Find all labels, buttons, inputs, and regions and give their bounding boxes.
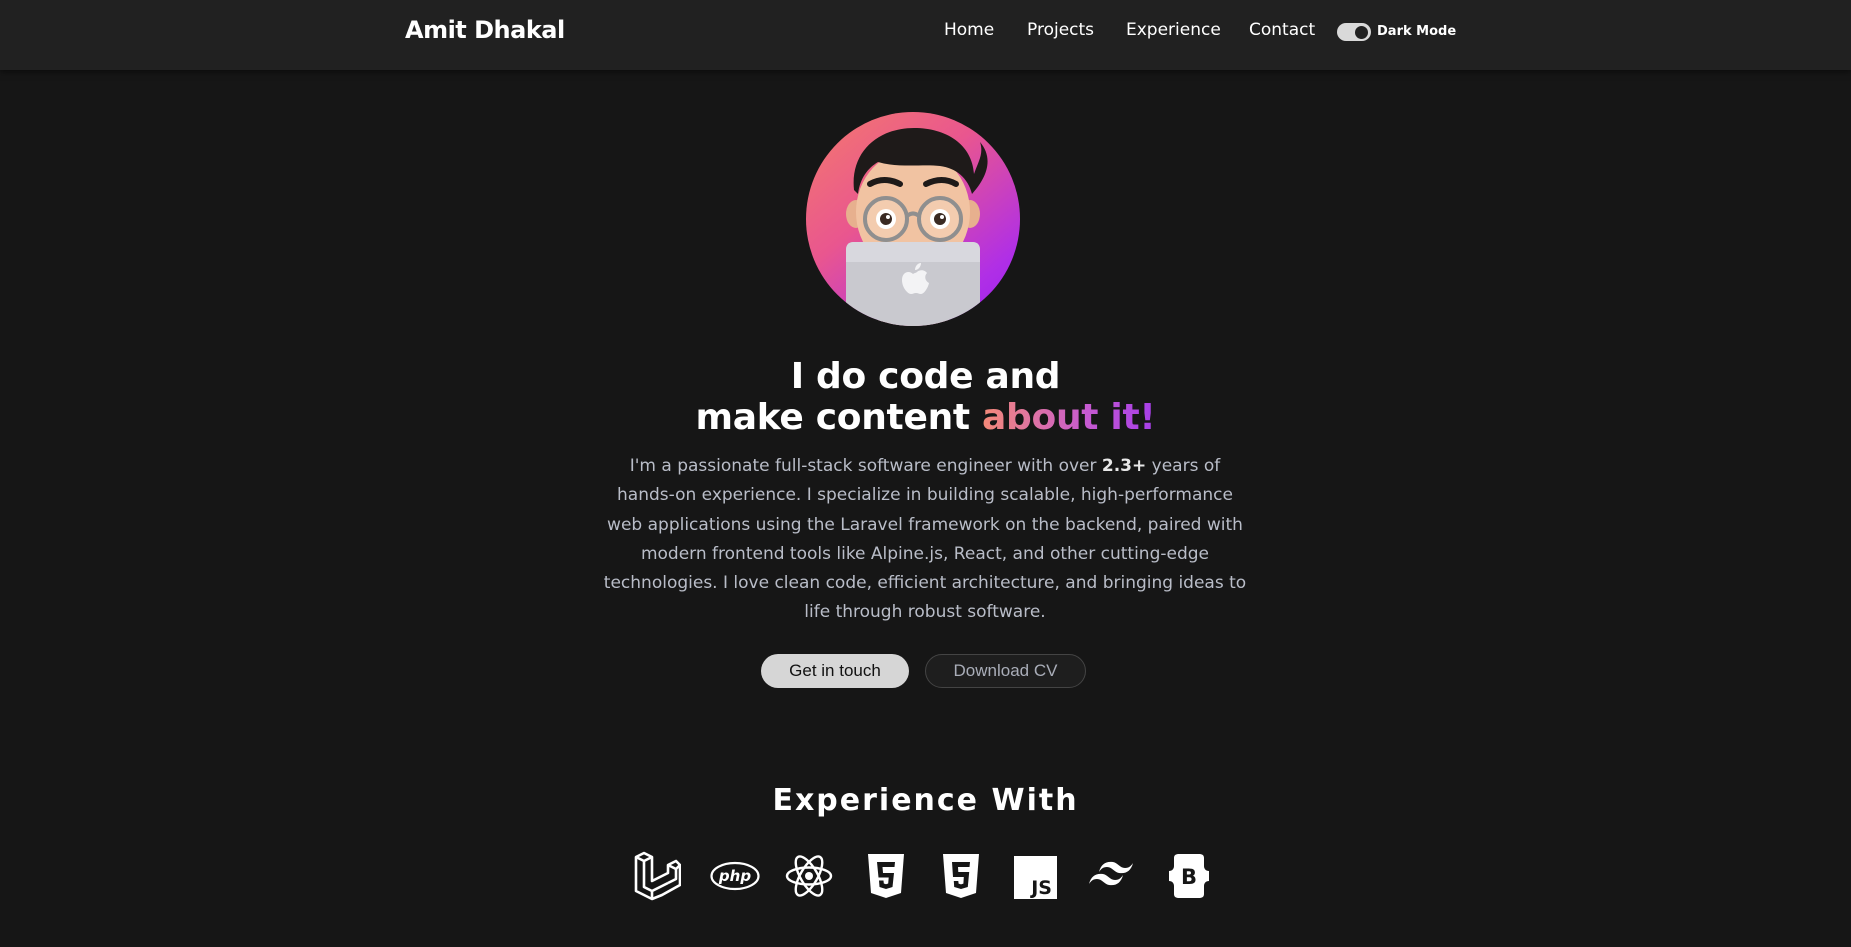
bootstrap-icon-svg: B (1169, 854, 1209, 898)
css3-icon (937, 851, 985, 901)
headline-line-1: I do code and (790, 356, 1061, 397)
headline-plain: make content (695, 397, 983, 438)
dark-mode-label: Dark Mode (1377, 24, 1457, 39)
navbar: Amit Dhakal Home Projects Experience Con… (0, 0, 1851, 70)
hero-headline: I do code and make content about it! (0, 356, 1851, 438)
css3-icon-svg (943, 854, 979, 898)
javascript-icon-svg: JS (1014, 856, 1057, 899)
js-text: JS (1029, 877, 1052, 899)
bootstrap-icon: B (1165, 851, 1213, 901)
download-cv-button[interactable]: Download CV (925, 654, 1086, 688)
brand-logo[interactable]: Amit Dhakal (405, 16, 565, 44)
tailwind-icon (1087, 851, 1135, 901)
bio-part-2: years of hands-on experience. I speciali… (603, 456, 1247, 623)
nav-link-contact[interactable]: Contact (1249, 20, 1315, 40)
php-text: php (718, 867, 751, 885)
bootstrap-text: B (1181, 865, 1197, 889)
toggle-knob (1354, 25, 1369, 40)
experience-title: Experience With (772, 783, 1079, 818)
laravel-icon-svg (634, 851, 681, 901)
headline-accent: about it! (982, 397, 1156, 438)
bio-years: 2.3+ (1101, 456, 1147, 476)
php-icon-svg: php (710, 861, 760, 891)
javascript-icon: JS (1014, 856, 1057, 899)
html5-icon (862, 851, 910, 901)
react-icon (785, 851, 833, 901)
hero-bio: I'm a passionate full-stack software eng… (600, 452, 1250, 628)
headline-line-2: make content about it! (0, 397, 1851, 438)
bio-part-1: I'm a passionate full-stack software eng… (629, 456, 1102, 476)
laravel-icon (633, 851, 681, 901)
php-icon: php (710, 851, 760, 901)
profile-avatar (806, 112, 1020, 326)
react-icon-svg (785, 855, 833, 897)
nav-link-home[interactable]: Home (944, 20, 994, 40)
memoji-illustration (846, 128, 988, 326)
nav-link-experience[interactable]: Experience (1126, 20, 1221, 40)
nav-link-projects[interactable]: Projects (1027, 20, 1094, 40)
tailwind-icon-svg (1089, 861, 1133, 886)
html5-icon-svg (868, 854, 904, 898)
get-in-touch-button[interactable]: Get in touch (761, 654, 909, 688)
